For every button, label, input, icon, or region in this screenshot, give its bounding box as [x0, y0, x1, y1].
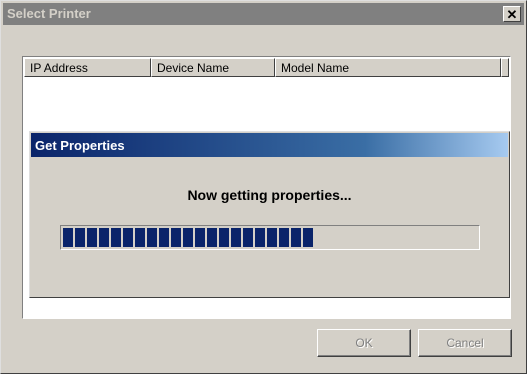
title-bar[interactable]: Select Printer ✕	[3, 3, 524, 25]
list-header: IP Address Device Name Model Name	[24, 58, 509, 77]
progress-block	[267, 228, 277, 247]
progress-block	[219, 228, 229, 247]
column-filler	[501, 58, 509, 77]
progress-block	[171, 228, 181, 247]
progress-block	[207, 228, 217, 247]
progress-fill	[63, 228, 477, 247]
progress-block	[279, 228, 289, 247]
progress-block	[231, 228, 241, 247]
progress-block	[255, 228, 265, 247]
column-model-name[interactable]: Model Name	[275, 58, 501, 77]
ok-button[interactable]: OK	[317, 329, 411, 357]
progress-block	[111, 228, 121, 247]
progress-block	[159, 228, 169, 247]
progress-block	[183, 228, 193, 247]
progress-block	[195, 228, 205, 247]
cancel-button[interactable]: Cancel	[418, 329, 512, 357]
progress-block	[135, 228, 145, 247]
progress-block	[87, 228, 97, 247]
dialog-title: Get Properties	[35, 138, 125, 153]
window-title: Select Printer	[7, 6, 91, 21]
progress-block	[123, 228, 133, 247]
progress-message: Now getting properties...	[187, 187, 352, 203]
progress-bar	[60, 225, 480, 250]
progress-block	[99, 228, 109, 247]
progress-block	[303, 228, 313, 247]
dialog-title-bar: Get Properties	[31, 133, 508, 157]
progress-block	[147, 228, 157, 247]
progress-block	[243, 228, 253, 247]
progress-block	[63, 228, 73, 247]
progress-block	[291, 228, 301, 247]
column-device-name[interactable]: Device Name	[151, 58, 275, 77]
close-button[interactable]: ✕	[503, 6, 521, 22]
progress-block	[75, 228, 85, 247]
get-properties-dialog: Get Properties Now getting properties...	[29, 131, 510, 298]
column-ip-address[interactable]: IP Address	[24, 58, 151, 77]
close-icon: ✕	[506, 6, 518, 22]
select-printer-window: Select Printer ✕ IP Address Device Name …	[0, 0, 527, 374]
